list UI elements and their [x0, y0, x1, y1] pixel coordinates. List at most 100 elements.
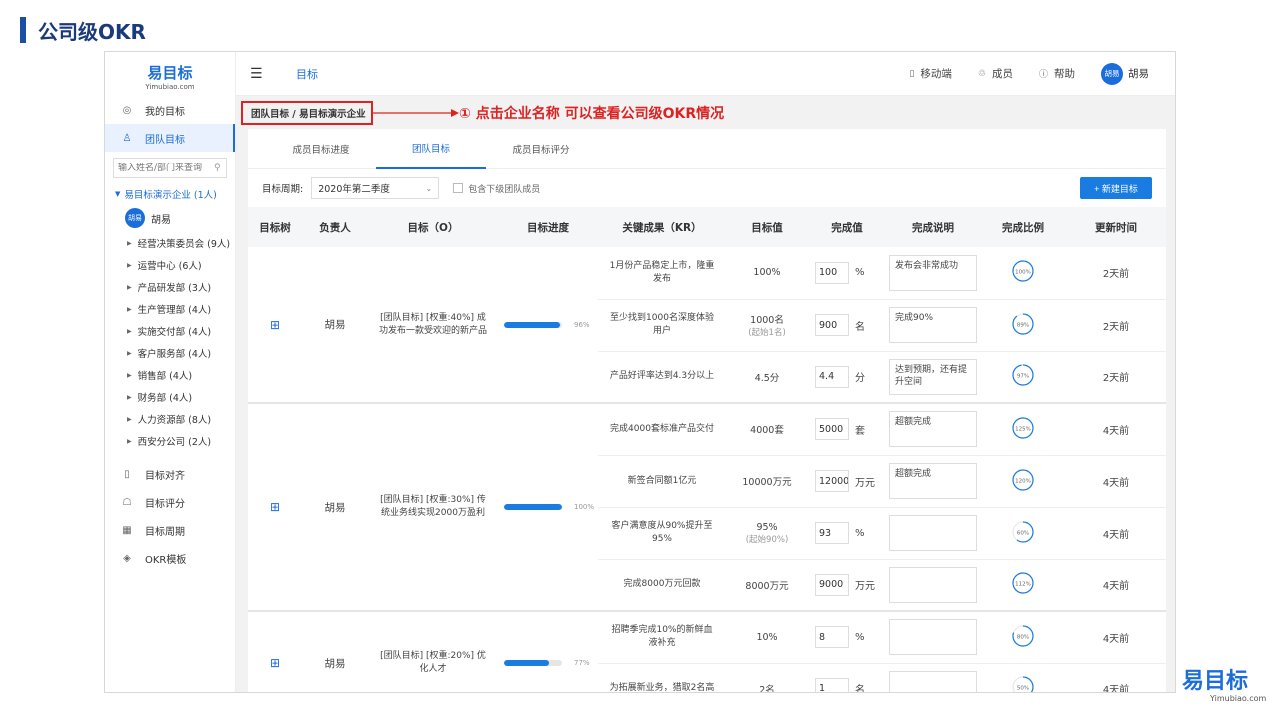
sidebar-department-item[interactable]: ▶ 实施交付部 (4人) — [105, 320, 235, 342]
sidebar-department-item[interactable]: ▶ 财务部 (4人) — [105, 386, 235, 408]
completion-value-input[interactable] — [815, 314, 849, 336]
app-logo[interactable]: 易目标 Yimubiao.com — [105, 52, 235, 96]
sidebar-department-item[interactable]: ▶ 客户服务部 (4人) — [105, 342, 235, 364]
caret-right-icon[interactable]: ▶ — [127, 372, 132, 379]
completion-value-input[interactable] — [815, 261, 849, 284]
completion-desc-textarea[interactable] — [889, 619, 977, 656]
sidebar-item-template[interactable]: ◈ OKR模板 — [105, 544, 235, 572]
tab-team-goals[interactable]: 团队目标 — [376, 129, 486, 169]
help-link[interactable]: ⓘ 帮助 — [1039, 66, 1075, 81]
caret-right-icon[interactable]: ▶ — [127, 438, 132, 445]
sidebar-department-item[interactable]: ▶ 销售部 (4人) — [105, 364, 235, 386]
caret-right-icon[interactable]: ▶ — [127, 350, 132, 357]
checkbox[interactable] — [453, 183, 464, 193]
caret-right-icon[interactable]: ▶ — [127, 284, 132, 291]
completion-value-input[interactable] — [815, 418, 849, 441]
include-sub-teams[interactable]: 包含下级团队成员 — [453, 182, 540, 195]
completion-desc-textarea[interactable]: 超额完成 — [889, 411, 977, 448]
value-unit: 分 — [855, 373, 865, 385]
desc-cell — [886, 663, 980, 692]
sidebar-department-item[interactable]: ▶ 经营决策委员会 (9人) — [105, 232, 235, 254]
search-icon[interactable]: ⚲ — [214, 163, 221, 173]
completion-value-input[interactable] — [815, 626, 849, 649]
caret-right-icon[interactable]: ▶ — [127, 262, 132, 269]
completion-value-input[interactable] — [815, 573, 849, 596]
sidebar-item-team-goals[interactable]: ♙ 团队目标 — [105, 124, 235, 152]
sidebar-item-my-goals[interactable]: ◎ 我的目标 — [105, 96, 235, 124]
objective-title[interactable]: [团队目标] [权重:20%] 优化人才 — [368, 650, 498, 676]
value-unit: % — [855, 267, 865, 279]
team-icon: ♙ — [122, 132, 132, 144]
members-link[interactable]: ♲ 成员 — [978, 66, 1013, 81]
update-time: 4天前 — [1066, 663, 1166, 692]
kr-text[interactable]: 完成4000套标准产品交付 — [598, 423, 726, 436]
completion-value-input[interactable] — [815, 365, 849, 388]
caret-down-icon[interactable]: ▼ — [115, 190, 120, 198]
completion-value-input[interactable] — [815, 522, 849, 544]
ratio-label: 100% — [1015, 270, 1031, 276]
kr-text[interactable]: 招聘季完成10%的新鲜血液补充 — [598, 624, 726, 650]
user-name[interactable]: 胡易 — [1128, 66, 1149, 81]
new-goal-button[interactable]: + 新建目标 — [1080, 177, 1152, 199]
sidebar-item-score[interactable]: ☖ 目标评分 — [105, 488, 235, 516]
caret-right-icon[interactable]: ▶ — [127, 328, 132, 335]
caret-right-icon[interactable]: ▶ — [127, 416, 132, 423]
sidebar-department-item[interactable]: ▶ 生产管理部 (4人) — [105, 298, 235, 320]
caret-right-icon[interactable]: ▶ — [127, 306, 132, 313]
kr-text[interactable]: 产品好评率达到4.3分以上 — [598, 370, 726, 383]
tree-icon[interactable]: ⊞ — [270, 656, 280, 670]
completion-desc-textarea[interactable]: 达到预期，还有提升空间 — [889, 358, 977, 395]
target-icon: ◎ — [122, 104, 132, 116]
objective-tree-cell: ⊞ — [248, 611, 302, 692]
mobile-link[interactable]: ▯ 移动端 — [909, 66, 951, 81]
period-select[interactable]: 2020年第二季度 ⌄ — [311, 177, 440, 199]
objective-owner: 胡易 — [302, 247, 368, 404]
completion-value-input[interactable] — [815, 470, 849, 492]
kr-text[interactable]: 客户满意度从90%提升至95% — [598, 520, 726, 546]
col-header-progress: 目标进度 — [498, 207, 598, 247]
completion-ratio-ring: 112% — [1012, 572, 1034, 594]
tree-icon[interactable]: ⊞ — [270, 500, 280, 514]
sidebar-department-item[interactable]: ▶ 人力资源部 (8人) — [105, 408, 235, 430]
value-cell: 名 — [808, 663, 886, 693]
department-label: 运营中心 (6人) — [137, 261, 202, 272]
avatar[interactable]: 胡易 — [1101, 62, 1123, 85]
target-cell: 4000套 — [726, 403, 808, 456]
completion-desc-textarea[interactable] — [889, 515, 977, 551]
caret-right-icon[interactable]: ▶ — [127, 394, 132, 401]
completion-desc-textarea[interactable]: 完成90% — [889, 307, 977, 343]
menu-icon[interactable]: ☰ — [250, 66, 270, 82]
breadcrumb[interactable]: 团队目标 / 易目标演示企业 — [241, 101, 373, 125]
completion-ratio-ring: 60% — [1012, 520, 1034, 543]
kr-text[interactable]: 新签合同额1亿元 — [598, 475, 726, 488]
org-search: ⚲ — [113, 158, 227, 178]
objective-title[interactable]: [团队目标] [权重:40%] 成功发布一款受欢迎的新产品 — [368, 312, 498, 338]
kr-text[interactable]: 至少找到1000名深度体验用户 — [598, 312, 726, 338]
completion-desc-textarea[interactable] — [889, 566, 977, 603]
kr-text[interactable]: 完成8000万元回款 — [598, 578, 726, 591]
value-unit: 名 — [855, 685, 865, 693]
completion-desc-textarea[interactable]: 发布会非常成功 — [889, 254, 977, 291]
completion-desc-textarea[interactable] — [889, 670, 977, 692]
tree-user[interactable]: 胡易 胡易 — [105, 204, 235, 232]
completion-value-input[interactable] — [815, 677, 849, 692]
kr-text[interactable]: 1月份产品稳定上市，隆重发布 — [598, 260, 726, 286]
kr-cell: 完成8000万元回款 — [598, 559, 726, 612]
sidebar-department-item[interactable]: ▶ 运营中心 (6人) — [105, 254, 235, 276]
org-search-input[interactable] — [118, 163, 214, 173]
caret-right-icon[interactable]: ▶ — [127, 240, 132, 247]
completion-desc-textarea[interactable]: 超额完成 — [889, 463, 977, 499]
tab-member-score[interactable]: 成员目标评分 — [486, 129, 596, 169]
sidebar-item-align[interactable]: ▯ 目标对齐 — [105, 460, 235, 488]
tree-root-company[interactable]: ▼ 易目标演示企业 (1人) — [105, 184, 235, 204]
top-title[interactable]: 目标 — [296, 66, 318, 82]
kr-text[interactable]: 为拓展新业务，猎取2名高 — [598, 682, 726, 692]
objective-title[interactable]: [团队目标] [权重:30%] 传统业务线实现2000万盈利 — [368, 494, 498, 520]
desc-cell: 达到预期，还有提升空间 — [886, 351, 980, 404]
sidebar-department-item[interactable]: ▶ 西安分公司 (2人) — [105, 430, 235, 452]
sidebar-item-period[interactable]: ▦ 目标周期 — [105, 516, 235, 544]
sidebar-department-item[interactable]: ▶ 产品研发部 (3人) — [105, 276, 235, 298]
value-group: 万元 — [808, 470, 886, 492]
tree-icon[interactable]: ⊞ — [270, 318, 280, 332]
tab-member-progress[interactable]: 成员目标进度 — [266, 129, 376, 169]
